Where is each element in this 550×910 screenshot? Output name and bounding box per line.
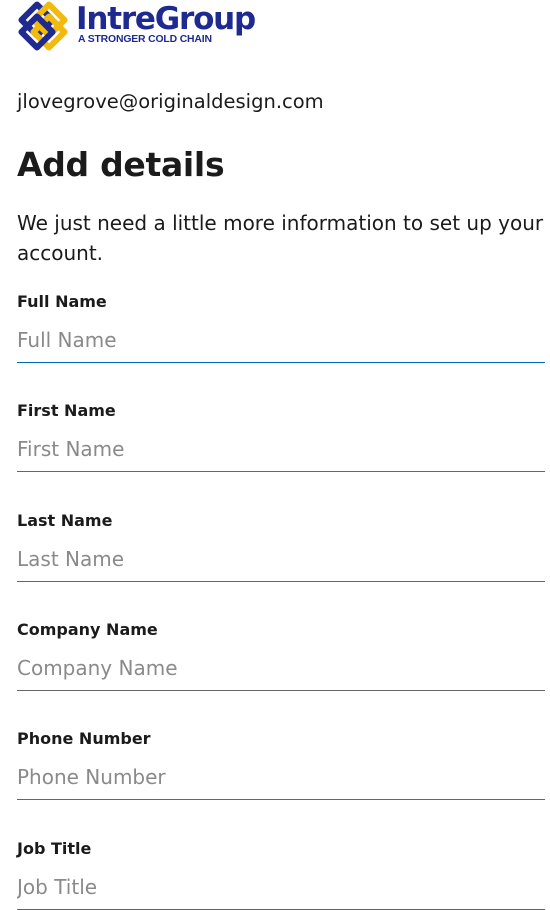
last-name-label: Last Name [17,511,113,530]
first-name-field: First Name [17,400,545,472]
phone-number-field: Phone Number [17,728,545,800]
job-title-label: Job Title [17,839,92,858]
last-name-field: Last Name [17,510,545,582]
brand-tagline: A STRONGER COLD CHAIN [78,34,212,45]
brand-logo: IntreGroup A STRONGER COLD CHAIN [17,0,277,52]
job-title-field: Job Title [17,838,545,910]
company-name-input[interactable] [17,646,545,691]
first-name-input[interactable] [17,427,545,472]
intro-text: We just need a little more information t… [17,211,544,265]
interlocking-chain-logo-icon [18,1,68,51]
company-name-field: Company Name [17,619,545,691]
company-name-label: Company Name [17,620,158,639]
full-name-field: Full Name [17,291,545,363]
first-name-label: First Name [17,401,116,420]
last-name-input[interactable] [17,537,545,582]
job-title-input[interactable] [17,865,545,910]
full-name-label: Full Name [17,292,107,311]
account-email: jlovegrove@originaldesign.com [17,90,324,113]
full-name-input[interactable] [17,318,545,363]
phone-number-input[interactable] [17,755,545,800]
page-title: Add details [17,145,225,184]
brand-name: IntreGroup [76,1,256,37]
phone-number-label: Phone Number [17,729,151,748]
